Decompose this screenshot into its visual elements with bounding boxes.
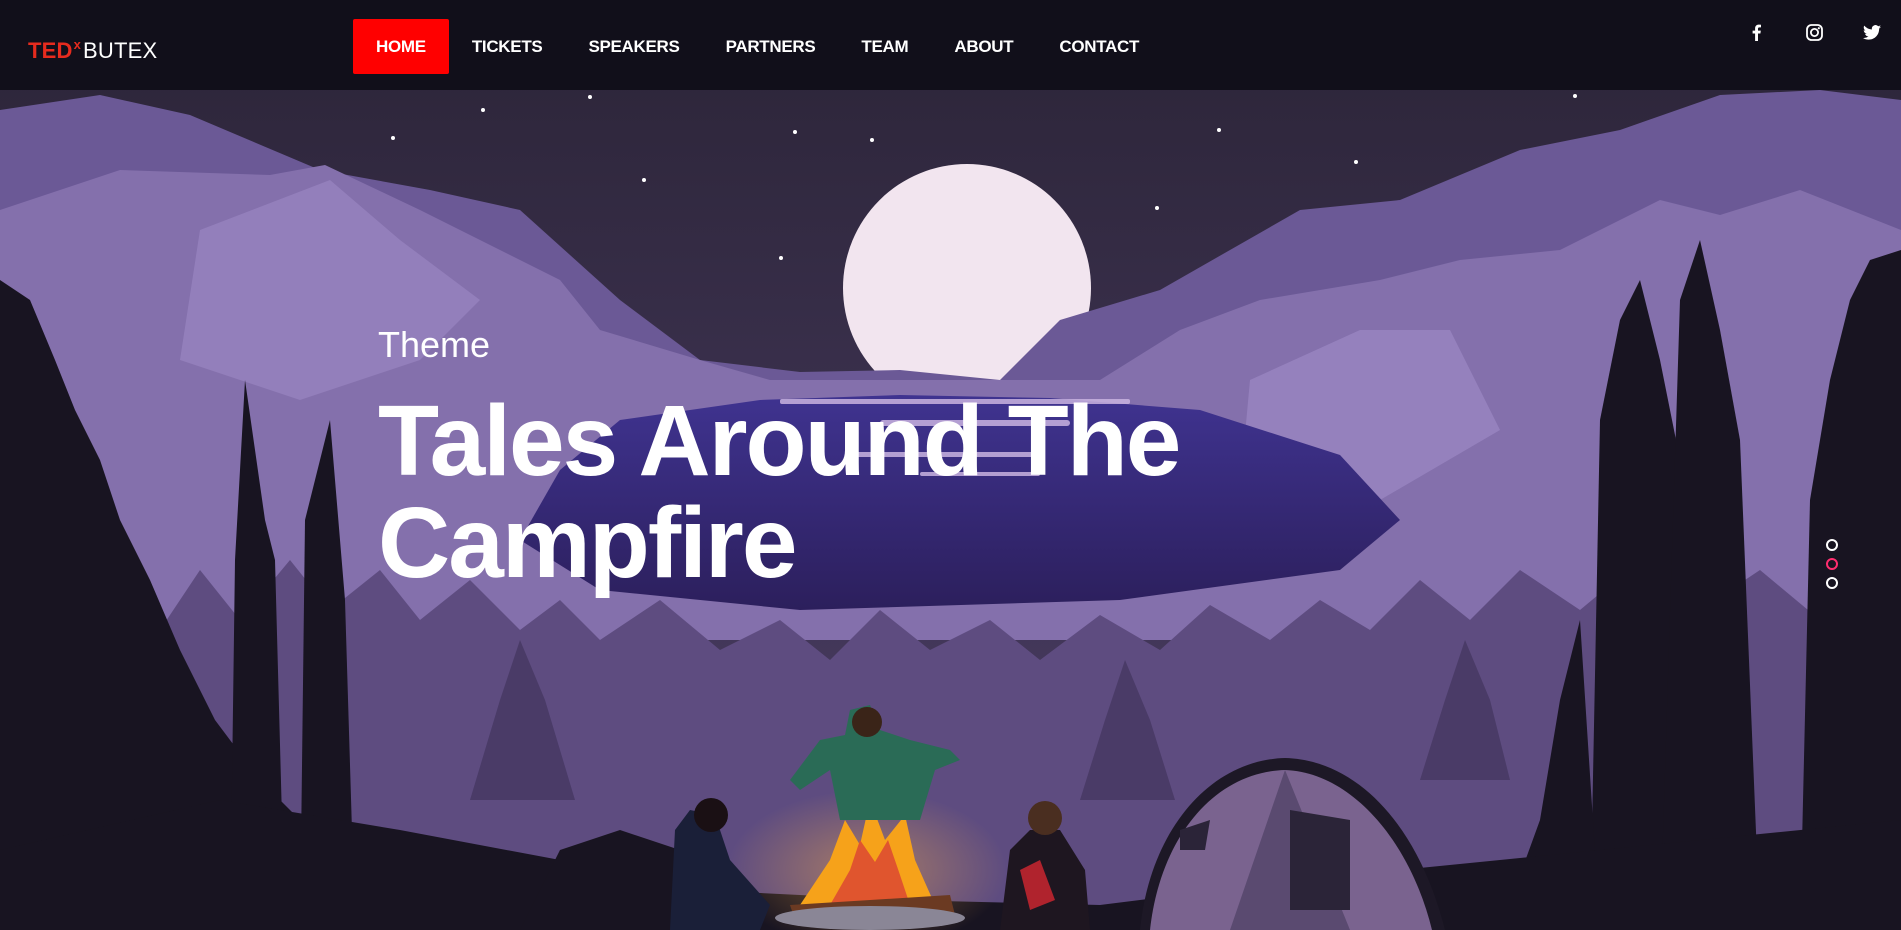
nav-home[interactable]: HOME <box>353 19 449 74</box>
nav-contact[interactable]: CONTACT <box>1036 19 1162 74</box>
hero-heading: Theme Tales Around The Campfire <box>378 320 1278 594</box>
instagram-icon <box>1805 23 1823 41</box>
brand-superscript: x <box>73 37 82 52</box>
brand-name: BUTEX <box>83 38 158 63</box>
social-links <box>1727 19 1901 45</box>
nav-partners[interactable]: PARTNERS <box>703 19 839 74</box>
twitter-icon <box>1863 24 1881 40</box>
twitter-link[interactable] <box>1843 19 1901 45</box>
slider-pagination <box>1826 539 1838 596</box>
slide-dot-1[interactable] <box>1826 539 1838 551</box>
brand-logo[interactable]: TEDxBUTEX <box>28 29 158 63</box>
nav-about[interactable]: ABOUT <box>931 19 1036 74</box>
nav-speakers[interactable]: SPEAKERS <box>565 19 702 74</box>
nav-team[interactable]: TEAM <box>838 19 931 74</box>
slide-dot-3[interactable] <box>1826 577 1838 589</box>
nav-tickets[interactable]: TICKETS <box>449 19 566 74</box>
hero-title: Tales Around The Campfire <box>378 385 1181 599</box>
slide-dot-2[interactable] <box>1826 558 1838 570</box>
instagram-link[interactable] <box>1785 19 1843 45</box>
brand-prefix: TED <box>28 38 73 63</box>
main-nav: HOME TICKETS SPEAKERS PARTNERS TEAM ABOU… <box>353 19 1162 74</box>
facebook-icon <box>1752 24 1761 41</box>
facebook-link[interactable] <box>1727 19 1785 45</box>
top-navbar: TEDxBUTEX HOME TICKETS SPEAKERS PARTNERS… <box>0 0 1901 90</box>
hero-kicker: Theme <box>378 324 491 365</box>
